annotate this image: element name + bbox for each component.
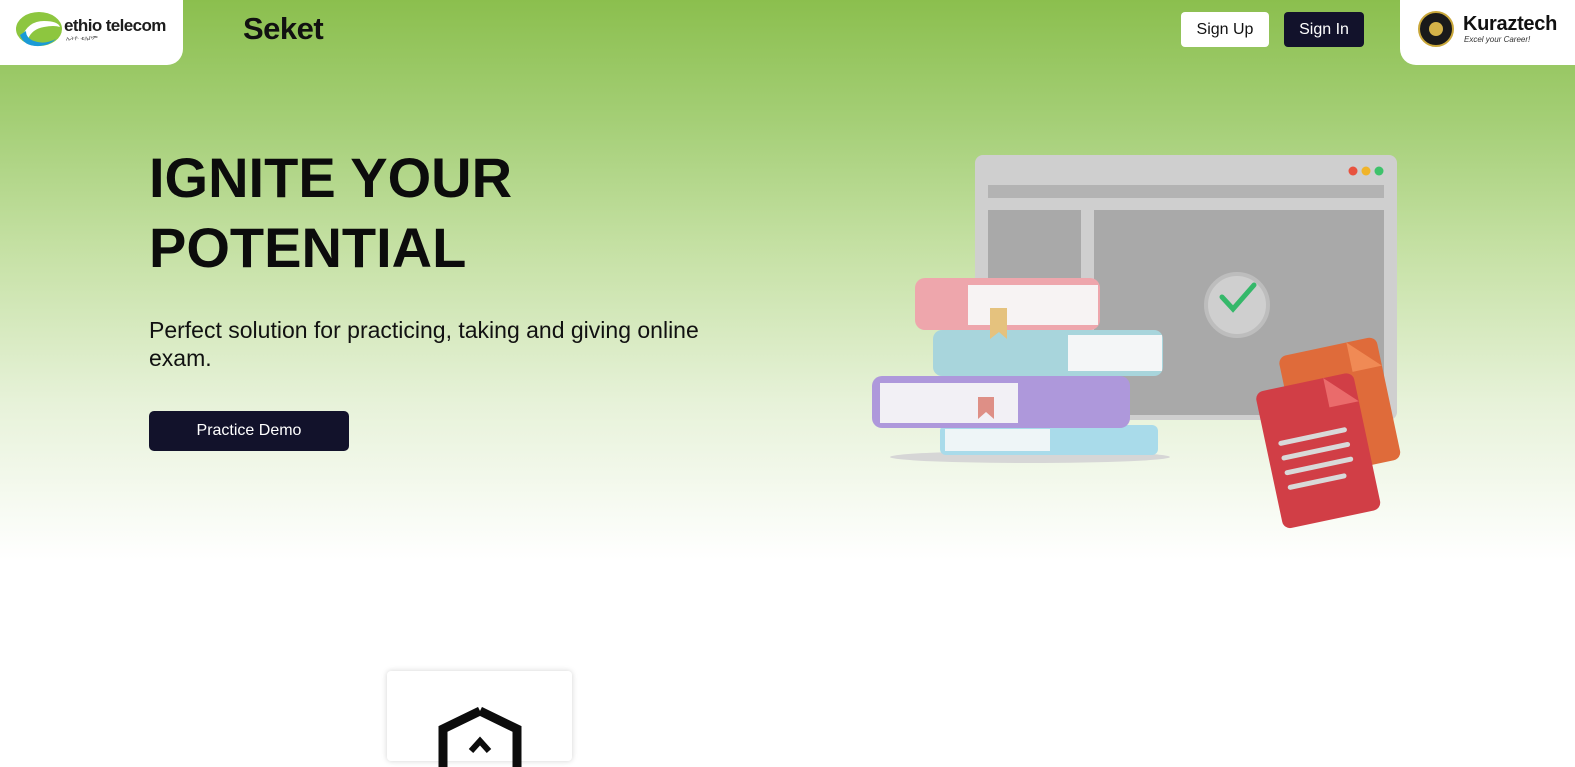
brand-logo-tagline: ኢትዮ ቴሌኮም: [66, 36, 98, 42]
hero-headline-line1: IGNITE YOUR: [149, 146, 513, 209]
hero-illustration: [872, 155, 1401, 529]
ethio-telecom-logo-icon: [16, 12, 62, 47]
kuraztech-badge-icon: [1418, 11, 1454, 47]
partner-logo-name: Kuraztech: [1463, 13, 1557, 35]
feature-card[interactable]: [387, 671, 572, 767]
ethio-telecom-logo[interactable]: ethio telecom ኢትዮ ቴሌኮም: [0, 0, 183, 65]
hero-subtitle: Perfect solution for practicing, taking …: [149, 317, 699, 371]
app-title: Seket: [243, 11, 324, 46]
kuraztech-logo[interactable]: Kuraztech Excel your Career!: [1400, 0, 1575, 65]
shield-icon: [438, 707, 522, 767]
brand-logo-text: ethio telecom: [64, 16, 166, 35]
sign-in-button[interactable]: Sign In: [1284, 12, 1364, 47]
hero-headline-line2: POTENTIAL: [149, 216, 467, 279]
practice-demo-button[interactable]: Practice Demo: [149, 411, 349, 451]
hero-headline: IGNITE YOUR POTENTIAL: [149, 143, 709, 283]
sign-up-button[interactable]: Sign Up: [1181, 12, 1269, 47]
partner-logo-tagline: Excel your Career!: [1464, 35, 1531, 44]
